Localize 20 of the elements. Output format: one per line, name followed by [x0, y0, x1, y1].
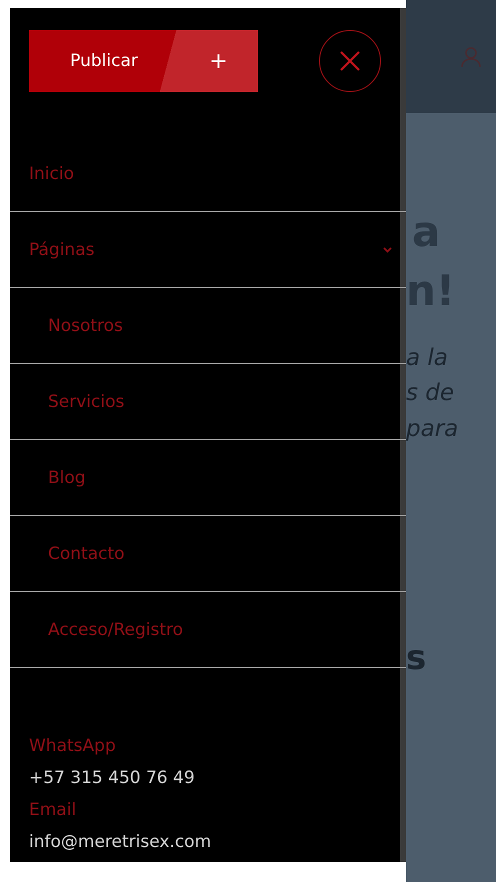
submenu-link[interactable]: Blog [48, 468, 86, 488]
section-heading: s [406, 638, 428, 678]
submenu-link[interactable]: Nosotros [48, 316, 123, 336]
close-icon [338, 49, 362, 73]
menu-link[interactable]: Páginas [29, 240, 94, 260]
hero-subtitle: a la [406, 344, 449, 373]
hero-subtitle: s de [406, 379, 456, 408]
contact-value: info@meretrisex.com [29, 832, 212, 852]
contact-label: Email [29, 800, 78, 820]
contact-label: WhatsApp [29, 736, 117, 756]
submenu-link[interactable]: Servicios [48, 392, 124, 412]
submenu-link[interactable]: Acceso/Registro [48, 620, 184, 640]
contact-value: +57 315 450 76 49 [29, 768, 196, 788]
chevron-icon[interactable] [383, 246, 392, 252]
hero-subtitle: para [406, 414, 460, 444]
submenu-link[interactable]: Contacto [48, 544, 125, 564]
publish-button[interactable]: Publicar + [29, 30, 258, 92]
menu-link[interactable]: Inicio [29, 164, 74, 184]
user-icon [460, 46, 482, 68]
close-button[interactable] [319, 30, 381, 92]
